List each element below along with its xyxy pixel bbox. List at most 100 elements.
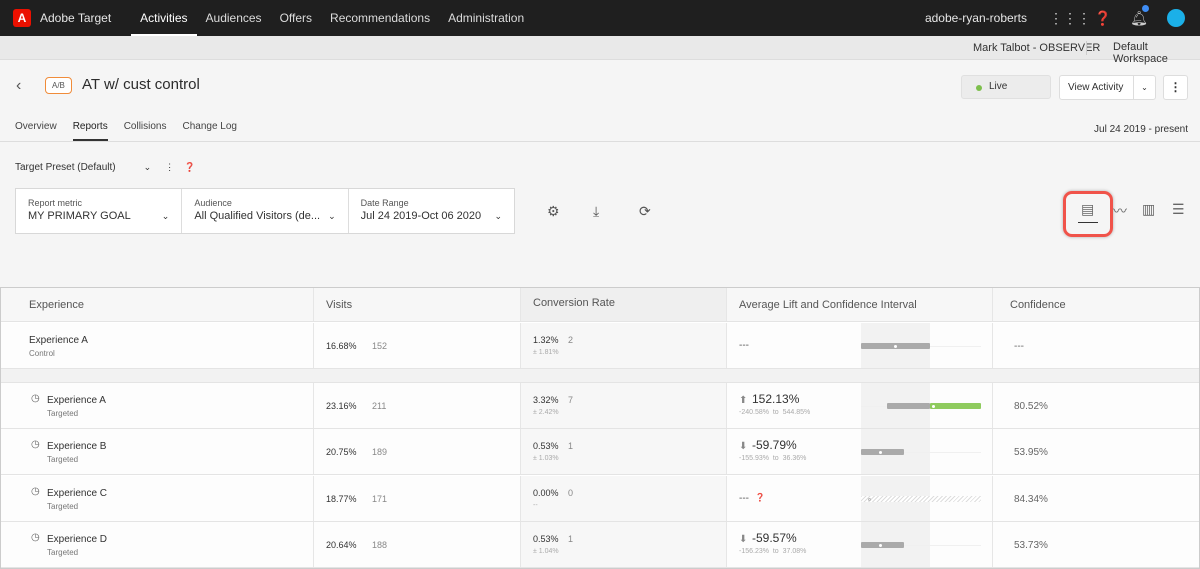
lift-range: -240.58% to 544.85% — [739, 409, 811, 416]
activity-type-badge: A/B — [45, 77, 72, 94]
arrow-up-icon: ⬆ — [739, 395, 748, 406]
experience-kind: Targeted — [47, 409, 79, 418]
clock-icon: ◷ — [31, 486, 40, 497]
chevron-down-icon: ⌄ — [161, 211, 170, 221]
settings-gear-icon[interactable]: ⚙ — [547, 203, 560, 220]
adobe-logo[interactable]: A — [13, 9, 31, 27]
experience-name[interactable]: Experience B — [47, 441, 106, 452]
nav-recommendations[interactable]: Recommendations — [321, 0, 439, 36]
experience-kind: Control — [29, 349, 55, 358]
tab-change-log[interactable]: Change Log — [183, 121, 238, 141]
lift-positive-bar — [930, 403, 981, 409]
tab-collisions[interactable]: Collisions — [124, 121, 167, 141]
confidence-value: 80.52% — [1014, 401, 1048, 412]
report-metric-select[interactable]: Report metric MY PRIMARY GOAL ⌄ — [16, 189, 183, 233]
experience-kind: Targeted — [47, 548, 79, 557]
nav-audiences[interactable]: Audiences — [197, 0, 271, 36]
audience-select[interactable]: Audience All Qualified Visitors (de... ⌄ — [182, 189, 349, 233]
average-lift: -59.79% — [752, 438, 797, 452]
conversion-ci: ± 1.03% — [533, 455, 559, 462]
nav-offers[interactable]: Offers — [271, 0, 321, 36]
lift-point — [932, 404, 936, 408]
tab-reports[interactable]: Reports — [72, 121, 108, 141]
visits-pct: 16.68% — [326, 341, 357, 351]
table-header: Experience Visits Conversion Rate Averag… — [1, 288, 1199, 322]
visits-count: 189 — [372, 447, 388, 457]
workspace-selector[interactable]: Default Workspace — [1113, 41, 1200, 65]
lift-interval-bar — [861, 542, 905, 548]
view-activity-button[interactable]: View Activity ⌄ — [1059, 75, 1156, 100]
nav-activities[interactable]: Activities — [131, 0, 197, 36]
highlight-box — [1063, 191, 1113, 237]
list-view-icon[interactable]: ☰ — [1172, 201, 1185, 218]
experience-name[interactable]: Experience C — [47, 488, 107, 499]
table-row[interactable]: ◷ Experience A Targeted 23.16% 211 3.32% 7… — [1, 383, 1199, 429]
lift-range: -155.93% to 36.36% — [739, 455, 807, 462]
apps-grid-icon[interactable]: ⋮⋮⋮ — [1049, 10, 1091, 27]
clock-icon: ◷ — [31, 439, 40, 450]
conversion-ci: ± 2.42% — [533, 409, 559, 416]
visits-pct: 18.77% — [326, 494, 357, 504]
date-range-label: Jul 24 2019 - present — [1094, 124, 1188, 135]
lift-interval-bar — [861, 449, 905, 455]
date-range-select[interactable]: Date Range Jul 24 2019-Oct 06 2020 ⌄ — [349, 189, 514, 233]
more-icon: ⋮ — [165, 162, 175, 172]
conversion-ci: ± 1.81% — [533, 349, 559, 356]
confidence-value: --- — [1014, 341, 1024, 352]
average-lift: 152.13% — [752, 392, 800, 406]
chevron-down-icon: ⌄ — [143, 162, 152, 172]
conversion-ci: ± 1.04% — [533, 548, 559, 555]
clock-icon: ◷ — [31, 393, 40, 404]
bell-icon[interactable]: 🔔︎ — [1121, 4, 1157, 27]
tab-overview[interactable]: Overview — [15, 121, 57, 141]
experience-name[interactable]: Experience A — [29, 335, 88, 346]
help-icon[interactable]: ❓ — [755, 493, 765, 502]
status-badge[interactable]: Live — [961, 75, 1051, 99]
graph-view-icon[interactable]: 〰 — [1113, 201, 1127, 221]
chevron-down-icon: ⌄ — [494, 211, 502, 221]
preset-selector[interactable]: Target Preset (Default) ⌄ ⋮ ❓ — [15, 162, 195, 173]
table-row[interactable]: ◷ Experience D Targeted 20.64% 188 0.53% 1… — [1, 522, 1199, 568]
lift-interval-bar — [887, 403, 930, 409]
observer-label: Mark Talbot - OBSERVER — [973, 42, 1101, 54]
conversion-count: 2 — [568, 335, 574, 345]
more-options-button[interactable]: ⋮ — [1163, 75, 1188, 100]
table-row[interactable]: ◷ Experience C Targeted 18.77% 171 0.00% 0… — [1, 476, 1199, 522]
confidence-value: 53.73% — [1014, 540, 1048, 551]
report-filters: Report metric MY PRIMARY GOAL ⌄ Audience Al… — [15, 188, 515, 234]
report-view-icon[interactable]: ▥ — [1142, 201, 1155, 218]
experience-name[interactable]: Experience A — [47, 395, 106, 406]
nav-administration[interactable]: Administration — [439, 0, 533, 36]
conversion-rate: 1.32% — [533, 335, 559, 345]
top-nav-bar: A Adobe Target Activities Audiences Offe… — [0, 0, 1200, 36]
back-icon[interactable]: ‹ — [16, 77, 21, 95]
conversion-rate: 0.53% — [533, 441, 559, 451]
visits-pct: 23.16% — [326, 401, 357, 411]
average-lift: -59.57% — [752, 531, 797, 545]
conversion-count: 7 — [568, 395, 574, 405]
refresh-icon[interactable]: ⟳ — [639, 203, 651, 220]
lift-range: -156.23% to 37.08% — [739, 548, 807, 555]
average-lift: --- — [739, 340, 749, 351]
visits-count: 171 — [372, 494, 388, 504]
table-row[interactable]: ◷ Experience B Targeted 20.75% 189 0.53% 1… — [1, 429, 1199, 475]
chevron-down-icon[interactable]: ⌄ — [1133, 76, 1155, 99]
chevron-down-icon: ⌄ — [328, 211, 336, 221]
confidence-value: 53.95% — [1014, 447, 1048, 458]
experience-name[interactable]: Experience D — [47, 534, 107, 545]
tabs: Overview Reports Collisions Change Log — [15, 121, 237, 141]
arrow-down-icon: ⬇ — [739, 441, 748, 452]
visits-count: 152 — [372, 341, 388, 351]
download-icon[interactable]: ⤓ — [593, 203, 599, 220]
arrow-down-icon: ⬇ — [739, 534, 748, 545]
confidence-value: 84.34% — [1014, 494, 1048, 505]
brand-name[interactable]: Adobe Target — [40, 11, 111, 25]
lift-point — [879, 543, 883, 547]
conversion-count: 1 — [568, 534, 574, 544]
lift-point — [879, 450, 883, 454]
help-icon: ❓ — [184, 162, 196, 172]
table-row[interactable]: Experience A Control 16.68% 152 1.32% 2 ± 1… — [1, 323, 1199, 369]
help-icon[interactable]: ❓ — [1085, 10, 1121, 27]
avatar[interactable] — [1167, 9, 1185, 27]
user-name[interactable]: adobe-ryan-roberts — [925, 11, 1027, 25]
